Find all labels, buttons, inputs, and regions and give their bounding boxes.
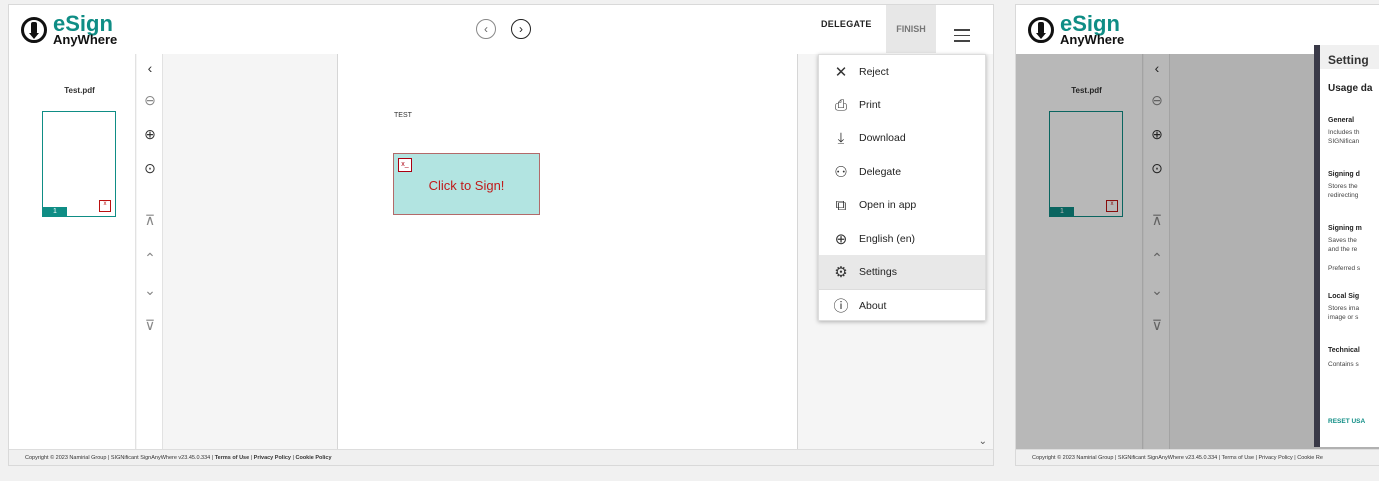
chevron-left-icon: ‹ bbox=[484, 22, 488, 36]
collapse-panel-icon[interactable]: ‹ bbox=[137, 60, 163, 76]
section-technical-heading: Technical bbox=[1328, 347, 1360, 354]
zoom-in-icon[interactable]: ⊕ bbox=[137, 126, 163, 143]
signature-icon: x_ bbox=[398, 158, 412, 172]
reset-usage-data-button[interactable]: RESET USA bbox=[1328, 418, 1365, 425]
page-thumbnail[interactable]: 1 x bbox=[42, 111, 116, 217]
previous-field-button[interactable]: ‹ bbox=[476, 19, 496, 39]
section-signing-data-text: Stores the redirecting bbox=[1328, 183, 1359, 199]
left-screen: eSign AnyWhere ‹ › DELEGATE FINISH Test.… bbox=[8, 4, 994, 466]
menu-item-delegate[interactable]: ⚇ Delegate bbox=[819, 155, 985, 188]
menu-item-label: Download bbox=[859, 132, 906, 145]
signature-marker-icon: x bbox=[99, 200, 111, 212]
zoom-out-icon[interactable]: ⊖ bbox=[137, 92, 163, 109]
menu-item-reject[interactable]: ✕ Reject bbox=[819, 55, 985, 88]
first-page-icon[interactable]: ⊼ bbox=[137, 212, 163, 229]
tool-strip: ‹ ⊖ ⊕ ⊙ ⊼ ⌃ ⌄ ⊽ bbox=[137, 54, 163, 449]
settings-title: Setting bbox=[1328, 53, 1369, 67]
menu-item-settings[interactable]: ⚙ Settings bbox=[819, 255, 985, 289]
menu-item-open-in-app[interactable]: ⧉ Open in app bbox=[819, 189, 985, 222]
menu-item-label: Print bbox=[859, 99, 881, 112]
app-header: eSign AnyWhere ‹ › DELEGATE FINISH bbox=[9, 5, 993, 53]
document-text: TEST bbox=[394, 112, 412, 119]
menu-item-about[interactable]: ⓘ About bbox=[819, 288, 985, 322]
globe-icon: ⊕ bbox=[834, 230, 848, 248]
settings-dialog: Setting Usage da General Includes th SIGN… bbox=[1314, 45, 1379, 447]
delegate-button[interactable]: DELEGATE bbox=[821, 19, 872, 29]
open-external-icon: ⧉ bbox=[835, 196, 847, 214]
right-screen: eSign AnyWhere Test.pdf 1 x ‹ ⊖ ⊕ ⊙ ⊼ ⌃ … bbox=[1015, 4, 1379, 466]
finish-button[interactable]: FINISH bbox=[886, 5, 936, 53]
footer-copyright: Copyright © 2023 Namirial Group | SIGNif… bbox=[25, 455, 215, 461]
download-icon: ⤓ bbox=[837, 129, 845, 147]
section-local-signature-text: Stores ima image or s bbox=[1328, 305, 1360, 321]
chevron-right-icon: › bbox=[519, 22, 523, 36]
section-general-heading: General bbox=[1328, 117, 1355, 124]
logo-secondary: AnyWhere bbox=[53, 32, 118, 47]
terms-link[interactable]: Terms of Use bbox=[215, 455, 249, 461]
close-icon: ✕ bbox=[834, 63, 848, 81]
logo-icon-right bbox=[1028, 16, 1054, 43]
menu-item-english-en[interactable]: ⊕ English (en) bbox=[819, 222, 985, 255]
logo-icon bbox=[21, 16, 47, 43]
thumbnail-filename: Test.pdf bbox=[64, 86, 95, 95]
footer-text-right: Copyright © 2023 Namirial Group | SIGNif… bbox=[1032, 455, 1323, 461]
section-general-text: Includes th SIGNifican bbox=[1328, 129, 1360, 145]
footer-right: Copyright © 2023 Namirial Group | SIGNif… bbox=[1016, 449, 1379, 465]
cookie-link[interactable]: Cookie Policy bbox=[295, 455, 331, 461]
options-menu: ✕ Reject ⎙ Print ⤓ Download ⚇ Delegate ⧉ Open in … bbox=[818, 54, 986, 321]
brand-logo[interactable]: eSign AnyWhere bbox=[21, 13, 117, 46]
last-page-icon[interactable]: ⊽ bbox=[137, 317, 163, 334]
section-signing-method-text: Saves the and the re bbox=[1328, 237, 1358, 253]
next-field-button[interactable]: › bbox=[511, 19, 531, 39]
signature-field-label: Click to Sign! bbox=[428, 178, 505, 193]
menu-item-label: About bbox=[859, 299, 887, 312]
zoom-reset-icon[interactable]: ⊙ bbox=[137, 160, 163, 177]
document-page: TEST x_ Click to Sign! bbox=[337, 54, 798, 449]
section-signing-data-heading: Signing d bbox=[1328, 171, 1360, 178]
menu-item-label: Delegate bbox=[859, 165, 902, 178]
logo-secondary-right: AnyWhere bbox=[1060, 32, 1125, 47]
privacy-link[interactable]: Privacy Policy bbox=[254, 455, 291, 461]
next-page-icon[interactable]: ⌄ bbox=[137, 282, 163, 299]
menu-item-download[interactable]: ⤓ Download bbox=[819, 122, 985, 155]
scroll-down-icon[interactable]: ⌄ bbox=[979, 436, 987, 447]
printer-icon: ⎙ bbox=[834, 96, 847, 114]
menu-item-label: Reject bbox=[859, 65, 889, 78]
signature-field[interactable]: x_ Click to Sign! bbox=[393, 153, 540, 215]
menu-item-label: Open in app bbox=[859, 199, 917, 212]
previous-page-icon[interactable]: ⌃ bbox=[137, 250, 163, 267]
settings-subtitle: Usage da bbox=[1328, 83, 1373, 94]
info-icon: ⓘ bbox=[833, 298, 849, 316]
brand-logo-right[interactable]: eSign AnyWhere bbox=[1028, 13, 1124, 46]
delegate-user-icon: ⚇ bbox=[834, 163, 848, 181]
gear-icon: ⚙ bbox=[834, 264, 848, 282]
section-signing-method-heading: Signing m bbox=[1328, 225, 1362, 232]
section-signing-method-preferred: Preferred s bbox=[1328, 265, 1361, 272]
menu-item-label: Settings bbox=[859, 266, 897, 279]
thumbnail-panel: Test.pdf 1 x bbox=[23, 54, 136, 449]
menu-item-print[interactable]: ⎙ Print bbox=[819, 88, 985, 121]
hamburger-menu-icon[interactable] bbox=[954, 29, 970, 46]
thumbnail-page-number: 1 bbox=[43, 207, 67, 216]
section-local-signature-heading: Local Sig bbox=[1328, 293, 1360, 300]
section-technical-text: Contains s bbox=[1328, 361, 1359, 368]
menu-item-label: English (en) bbox=[859, 232, 916, 245]
footer: Copyright © 2023 Namirial Group | SIGNif… bbox=[9, 449, 993, 465]
